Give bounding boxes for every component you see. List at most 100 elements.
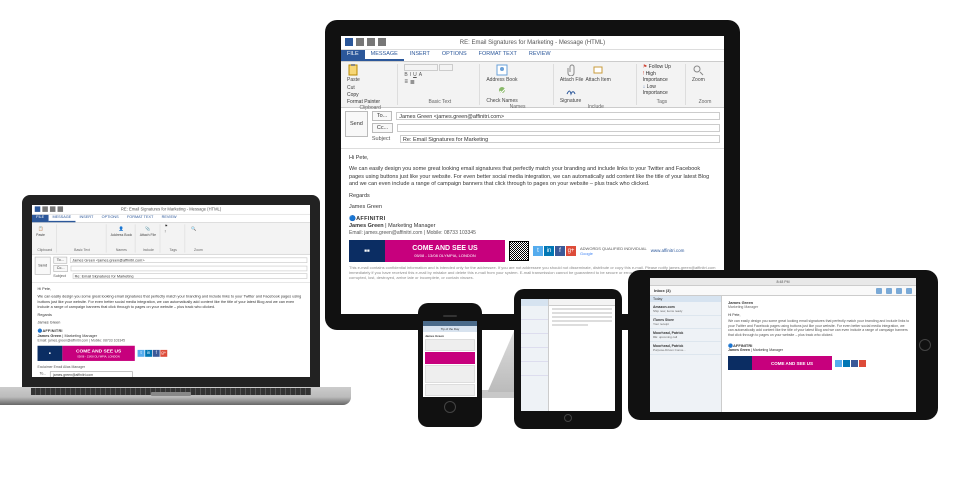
linkedin-icon[interactable]: in xyxy=(544,246,554,256)
zoom-button[interactable]: Zoom xyxy=(692,64,705,83)
mail-list[interactable] xyxy=(521,299,549,411)
tab-file[interactable]: FILE xyxy=(32,215,48,223)
attach-file-button[interactable]: Attach File xyxy=(560,64,584,83)
bullet-list-icon[interactable]: ≡ xyxy=(404,79,408,86)
tab-options[interactable]: OPTIONS xyxy=(97,215,122,223)
qat-save-icon[interactable] xyxy=(356,38,364,46)
outlook-icon xyxy=(345,38,353,46)
message-body[interactable]: Hi Pete, We can easily design you some g… xyxy=(32,283,310,382)
banner-left-panel: ■■ xyxy=(349,240,385,262)
adwords-badge: ADWORDS QUALIFIED INDIVIDUAL Google xyxy=(580,246,647,257)
home-button[interactable] xyxy=(919,339,931,351)
folder-icon[interactable] xyxy=(876,288,882,294)
tab-insert[interactable]: INSERT xyxy=(75,215,97,223)
twitter-icon[interactable]: t xyxy=(138,350,145,357)
twitter-icon[interactable]: t xyxy=(533,246,543,256)
mail-toolbar: Inbox (3) xyxy=(650,286,916,296)
copy-button[interactable]: Copy xyxy=(347,92,380,98)
trash-icon[interactable] xyxy=(886,288,892,294)
sig-name-line: James Green | Marketing Manager xyxy=(349,223,716,230)
check-names-icon xyxy=(496,85,508,97)
home-button[interactable] xyxy=(444,401,456,413)
linkedin-icon[interactable] xyxy=(843,360,850,367)
send-button[interactable]: Send xyxy=(345,111,368,137)
paste-button[interactable]: Paste xyxy=(347,64,360,83)
mail-preview[interactable] xyxy=(549,299,615,411)
home-button[interactable] xyxy=(564,414,572,422)
twitter-icon[interactable] xyxy=(835,360,842,367)
linkedin-icon[interactable]: in xyxy=(145,350,152,357)
ribbon: Paste Cut Copy Format Painter Clipboard xyxy=(341,62,724,108)
tab-review[interactable]: REVIEW xyxy=(157,215,180,223)
message-list[interactable]: Today Amazon.comShip now, items ready iT… xyxy=(650,296,722,412)
check-names-button[interactable]: Check Names xyxy=(486,85,517,104)
signature: 🔵AFFINITRI James Green | Marketing Manag… xyxy=(728,343,910,352)
tab-options[interactable]: OPTIONS xyxy=(436,50,473,61)
banner-main: COME AND SEE US 05/08 - 13/08 OLYMPIA, L… xyxy=(385,240,505,262)
paste-icon xyxy=(347,64,359,76)
tab-insert[interactable]: INSERT xyxy=(404,50,436,61)
banner-phone[interactable] xyxy=(425,352,475,364)
ribbon-group-include: Attach File Attach Item Signature Includ… xyxy=(556,64,637,105)
paperclip-icon xyxy=(566,64,578,76)
message-body[interactable]: Hi Pete, We can easily design you some g… xyxy=(341,149,724,287)
ribbon-tabs: FILE MESSAGE INSERT OPTIONS FORMAT TEXT … xyxy=(341,50,724,62)
phone-device: Tip of the Day James Green xyxy=(418,303,482,427)
status-bar: 8:48 PM xyxy=(650,278,916,286)
laptop-base xyxy=(0,387,351,405)
tab-message[interactable]: MESSAGE xyxy=(365,50,404,61)
tab-message[interactable]: MESSAGE xyxy=(48,215,75,223)
qat-undo-icon[interactable] xyxy=(367,38,375,46)
window-title: RE: Email Signatures for Marketing - Mes… xyxy=(460,40,605,46)
tablet-landscape-device: 8:48 PM Inbox (3) Today Amazon.comShip n… xyxy=(628,270,938,420)
campaign-banner[interactable]: COME AND SEE US xyxy=(728,356,910,370)
signature-icon xyxy=(565,85,577,97)
brand-logo: 🔵AFFINITRI xyxy=(349,216,716,223)
compose-icon[interactable] xyxy=(906,288,912,294)
inbox-label[interactable]: Inbox (3) xyxy=(654,288,671,293)
reply-icon[interactable] xyxy=(896,288,902,294)
sender-name: James Green xyxy=(349,204,716,211)
address-book-button[interactable]: Address Book xyxy=(486,64,517,83)
message-pane[interactable]: James Green Marketing Manager Hi Pete, W… xyxy=(722,296,916,412)
ribbon-group-zoom: Zoom Zoom xyxy=(688,64,722,105)
high-importance-button[interactable]: ! High Importance xyxy=(643,71,681,83)
attach-item-icon xyxy=(592,64,604,76)
paste-icon: 📋 xyxy=(36,224,44,232)
ribbon-group-clipboard: Paste Cut Copy Format Painter Clipboard xyxy=(343,64,398,105)
googleplus-icon[interactable] xyxy=(859,360,866,367)
googleplus-icon[interactable]: g+ xyxy=(566,246,576,256)
social-buttons: t in f g+ xyxy=(533,246,576,256)
send-button[interactable]: Send xyxy=(35,257,51,275)
cc-button[interactable]: Cc... xyxy=(372,123,393,133)
number-list-icon[interactable]: ≣ xyxy=(410,79,415,86)
cc-field[interactable] xyxy=(397,124,720,132)
campaign-banner[interactable]: ■■ COME AND SEE US 05/08 - 13/08 OLYMPIA… xyxy=(349,240,716,262)
googleplus-icon[interactable]: g+ xyxy=(160,350,167,357)
tab-format-text[interactable]: FORMAT TEXT xyxy=(123,215,158,223)
tab-file[interactable]: FILE xyxy=(341,50,365,61)
mail-content[interactable]: James Green xyxy=(423,332,477,397)
to-button[interactable]: To... xyxy=(372,111,392,121)
tablet-large-screen: 8:48 PM Inbox (3) Today Amazon.comShip n… xyxy=(650,278,916,412)
ribbon-group-names: Address Book Check Names Names xyxy=(482,64,553,105)
signature-url[interactable]: www.affinitri.com xyxy=(651,248,685,254)
flag-icon: ⚑ xyxy=(643,64,647,70)
low-importance-button[interactable]: ↓ Low Importance xyxy=(643,84,681,96)
facebook-icon[interactable] xyxy=(851,360,858,367)
laptop-screen: RE: Email Signatures for Marketing - Mes… xyxy=(22,195,320,387)
subject-field[interactable]: Re: Email Signatures for Marketing xyxy=(400,135,720,143)
signature-button[interactable]: Signature xyxy=(560,85,581,104)
qat-redo-icon[interactable] xyxy=(378,38,386,46)
attach-item-button[interactable]: Attach Item xyxy=(585,64,610,83)
ribbon-group-basic-text: B I U A ≡ ≣ Basic Text xyxy=(400,64,480,105)
tab-review[interactable]: REVIEW xyxy=(523,50,557,61)
tab-format-text[interactable]: FORMAT TEXT xyxy=(473,50,523,61)
cut-button[interactable]: Cut xyxy=(347,85,380,91)
facebook-icon[interactable]: f xyxy=(153,350,160,357)
alias-manager: Exclaimer Email Alias Manager To... jame… xyxy=(38,365,305,378)
follow-up-button[interactable]: ⚑ Follow Up xyxy=(643,64,681,70)
facebook-icon[interactable]: f xyxy=(555,246,565,256)
message-header: Send To... James Green <james.green@affi… xyxy=(341,108,724,149)
to-field[interactable]: James Green <james.green@affinitri.com> xyxy=(396,112,720,120)
